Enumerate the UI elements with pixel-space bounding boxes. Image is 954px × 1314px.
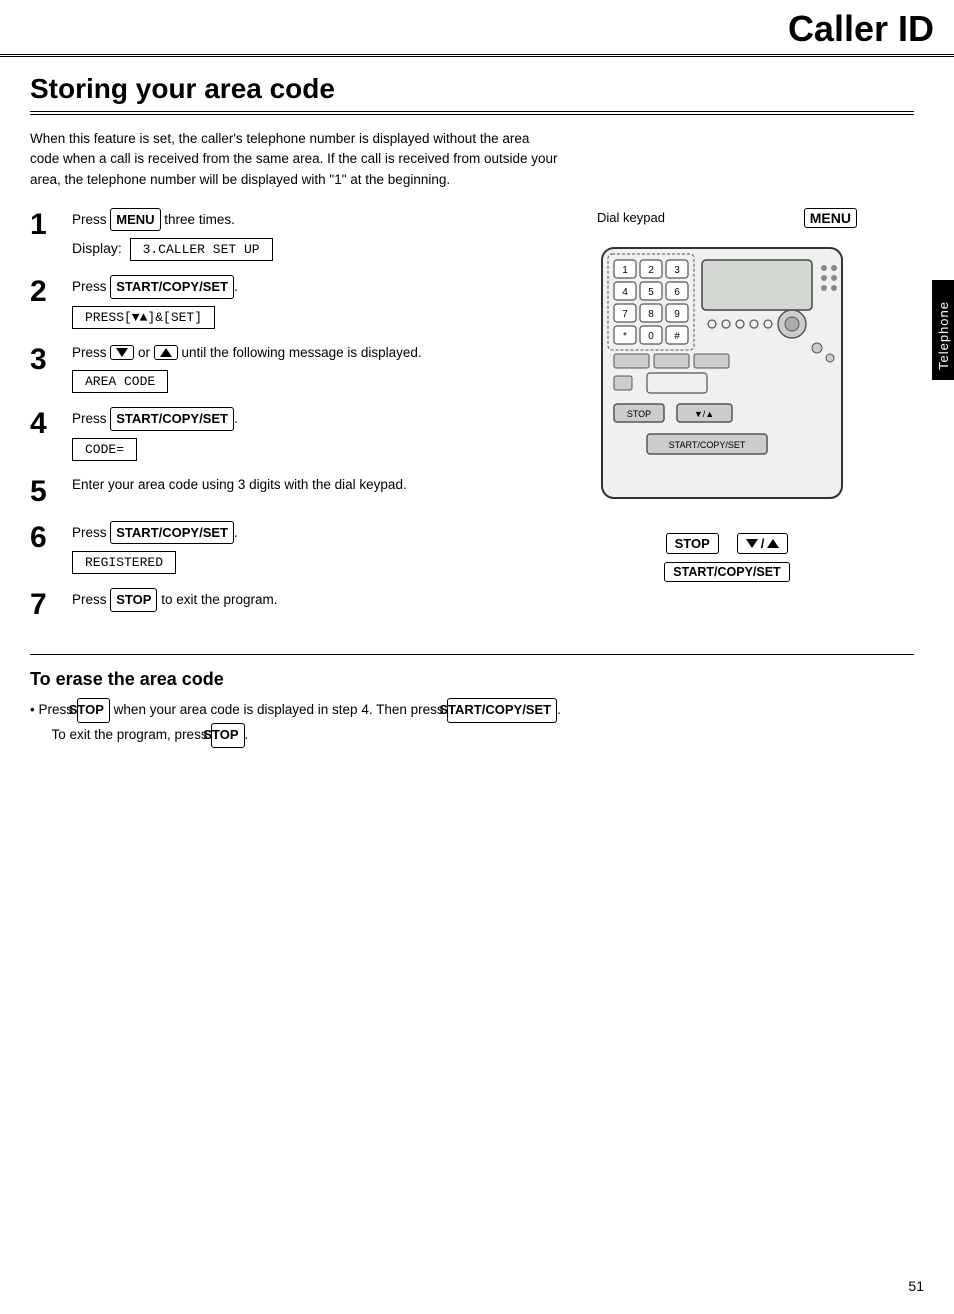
bullet-icon: •	[30, 702, 35, 717]
device-illustration: 1 2 3 4 5 6 7 8	[592, 238, 862, 531]
menu-key-1: MENU	[110, 208, 160, 232]
display-box-3: AREA CODE	[72, 370, 168, 393]
erase-title: To erase the area code	[30, 669, 914, 690]
step-4-text: Press START/COPY/SET.	[72, 407, 520, 431]
svg-text:6: 6	[674, 287, 680, 298]
page-number: 51	[908, 1278, 924, 1294]
start-copy-set-key-6: START/COPY/SET	[110, 521, 234, 545]
step-number-2: 2	[30, 277, 62, 307]
step-7: 7 Press STOP to exit the program.	[30, 588, 520, 620]
step-number-5: 5	[30, 477, 62, 507]
step-7-text: Press STOP to exit the program.	[72, 588, 520, 612]
display-box-4: CODE=	[72, 438, 137, 461]
start-copy-set-key-2: START/COPY/SET	[110, 275, 234, 299]
svg-text:9: 9	[674, 309, 680, 320]
svg-text:8: 8	[648, 309, 654, 320]
up-arrow-icon	[767, 539, 779, 548]
erase-text: • Press STOP when your area code is disp…	[30, 698, 914, 748]
stop-key-erase-1: STOP	[77, 698, 110, 723]
tri-down-icon	[116, 348, 128, 357]
diagram-column: Dial keypad MENU 1 2 3	[540, 208, 914, 634]
step-5: 5 Enter your area code using 3 digits wi…	[30, 475, 520, 507]
down-arrow-icon	[746, 539, 758, 548]
svg-text:▼/▲: ▼/▲	[694, 409, 714, 419]
svg-text:5: 5	[648, 287, 654, 298]
step-number-3: 3	[30, 345, 62, 375]
step-2-display-row: PRESS[▼▲]&[SET]	[72, 303, 520, 329]
down-arrow-key-3	[110, 345, 134, 360]
main-layout: 1 Press MENU three times. Display: 3.CAL…	[30, 208, 914, 634]
step-5-text: Enter your area code using 3 digits with…	[72, 475, 520, 495]
step-number-1: 1	[30, 210, 62, 240]
svg-text:1: 1	[622, 265, 628, 276]
step-3-text: Press or until the following message is …	[72, 343, 520, 363]
page-content: Storing your area code When this feature…	[0, 57, 954, 778]
step-1-display-row: Display: 3.CALLER SET UP	[72, 235, 520, 261]
nav-arrows-label: /	[737, 533, 789, 554]
step-4-content: Press START/COPY/SET. CODE=	[72, 407, 520, 461]
steps-column: 1 Press MENU three times. Display: 3.CAL…	[30, 208, 520, 634]
step-6-display-row: REGISTERED	[72, 548, 520, 574]
step-6: 6 Press START/COPY/SET. REGISTERED	[30, 521, 520, 575]
step-6-content: Press START/COPY/SET. REGISTERED	[72, 521, 520, 575]
svg-text:3: 3	[674, 265, 680, 276]
header: Caller ID	[0, 0, 954, 57]
intro-text: When this feature is set, the caller's t…	[30, 129, 560, 190]
menu-key-diagram: MENU	[804, 208, 857, 228]
step-4: 4 Press START/COPY/SET. CODE=	[30, 407, 520, 461]
stop-key-7: STOP	[110, 588, 157, 612]
step-number-4: 4	[30, 409, 62, 439]
svg-text:*: *	[623, 331, 627, 342]
svg-text:STOP: STOP	[627, 409, 651, 419]
section-divider	[30, 654, 914, 655]
step-number-6: 6	[30, 523, 62, 553]
svg-text:#: #	[674, 331, 680, 342]
step-2: 2 Press START/COPY/SET. PRESS[▼▲]&[SET]	[30, 275, 520, 329]
step-3-content: Press or until the following message is …	[72, 343, 520, 393]
display-box-2: PRESS[▼▲]&[SET]	[72, 306, 215, 329]
section-tab: Telephone	[932, 280, 954, 380]
step-2-text: Press START/COPY/SET.	[72, 275, 520, 299]
svg-text:0: 0	[648, 331, 654, 342]
step-7-content: Press STOP to exit the program.	[72, 588, 520, 616]
svg-text:START/COPY/SET: START/COPY/SET	[669, 440, 746, 450]
step-3: 3 Press or until the following message i…	[30, 343, 520, 393]
svg-text:4: 4	[622, 287, 628, 298]
step-2-content: Press START/COPY/SET. PRESS[▼▲]&[SET]	[72, 275, 520, 329]
start-copy-set-key-erase: START/COPY/SET	[447, 698, 557, 723]
step-1-content: Press MENU three times. Display: 3.CALLE…	[72, 208, 520, 262]
page-header-title: Caller ID	[788, 8, 934, 50]
step-5-content: Enter your area code using 3 digits with…	[72, 475, 520, 499]
dial-keypad-label: Dial keypad	[597, 210, 665, 225]
step-3-display-row: AREA CODE	[72, 367, 520, 393]
step-1: 1 Press MENU three times. Display: 3.CAL…	[30, 208, 520, 262]
stop-btn-label: STOP	[666, 533, 719, 554]
start-copy-set-key-4: START/COPY/SET	[110, 407, 234, 431]
display-box-1: 3.CALLER SET UP	[130, 238, 273, 261]
stop-key-erase-2: STOP	[211, 723, 244, 748]
section-title: Storing your area code	[30, 73, 914, 115]
svg-text:2: 2	[648, 265, 654, 276]
step-6-text: Press START/COPY/SET.	[72, 521, 520, 545]
svg-text:7: 7	[622, 309, 628, 320]
step-number-7: 7	[30, 590, 62, 620]
erase-section: To erase the area code • Press STOP when…	[30, 669, 914, 748]
step-4-display-row: CODE=	[72, 435, 520, 461]
tri-up-icon	[160, 348, 172, 357]
step-1-text: Press MENU three times.	[72, 208, 520, 232]
start-copy-set-btn-label: START/COPY/SET	[664, 562, 789, 582]
up-arrow-key-3	[154, 345, 178, 360]
display-label-1: Display:	[72, 240, 126, 256]
display-box-6: REGISTERED	[72, 551, 176, 574]
